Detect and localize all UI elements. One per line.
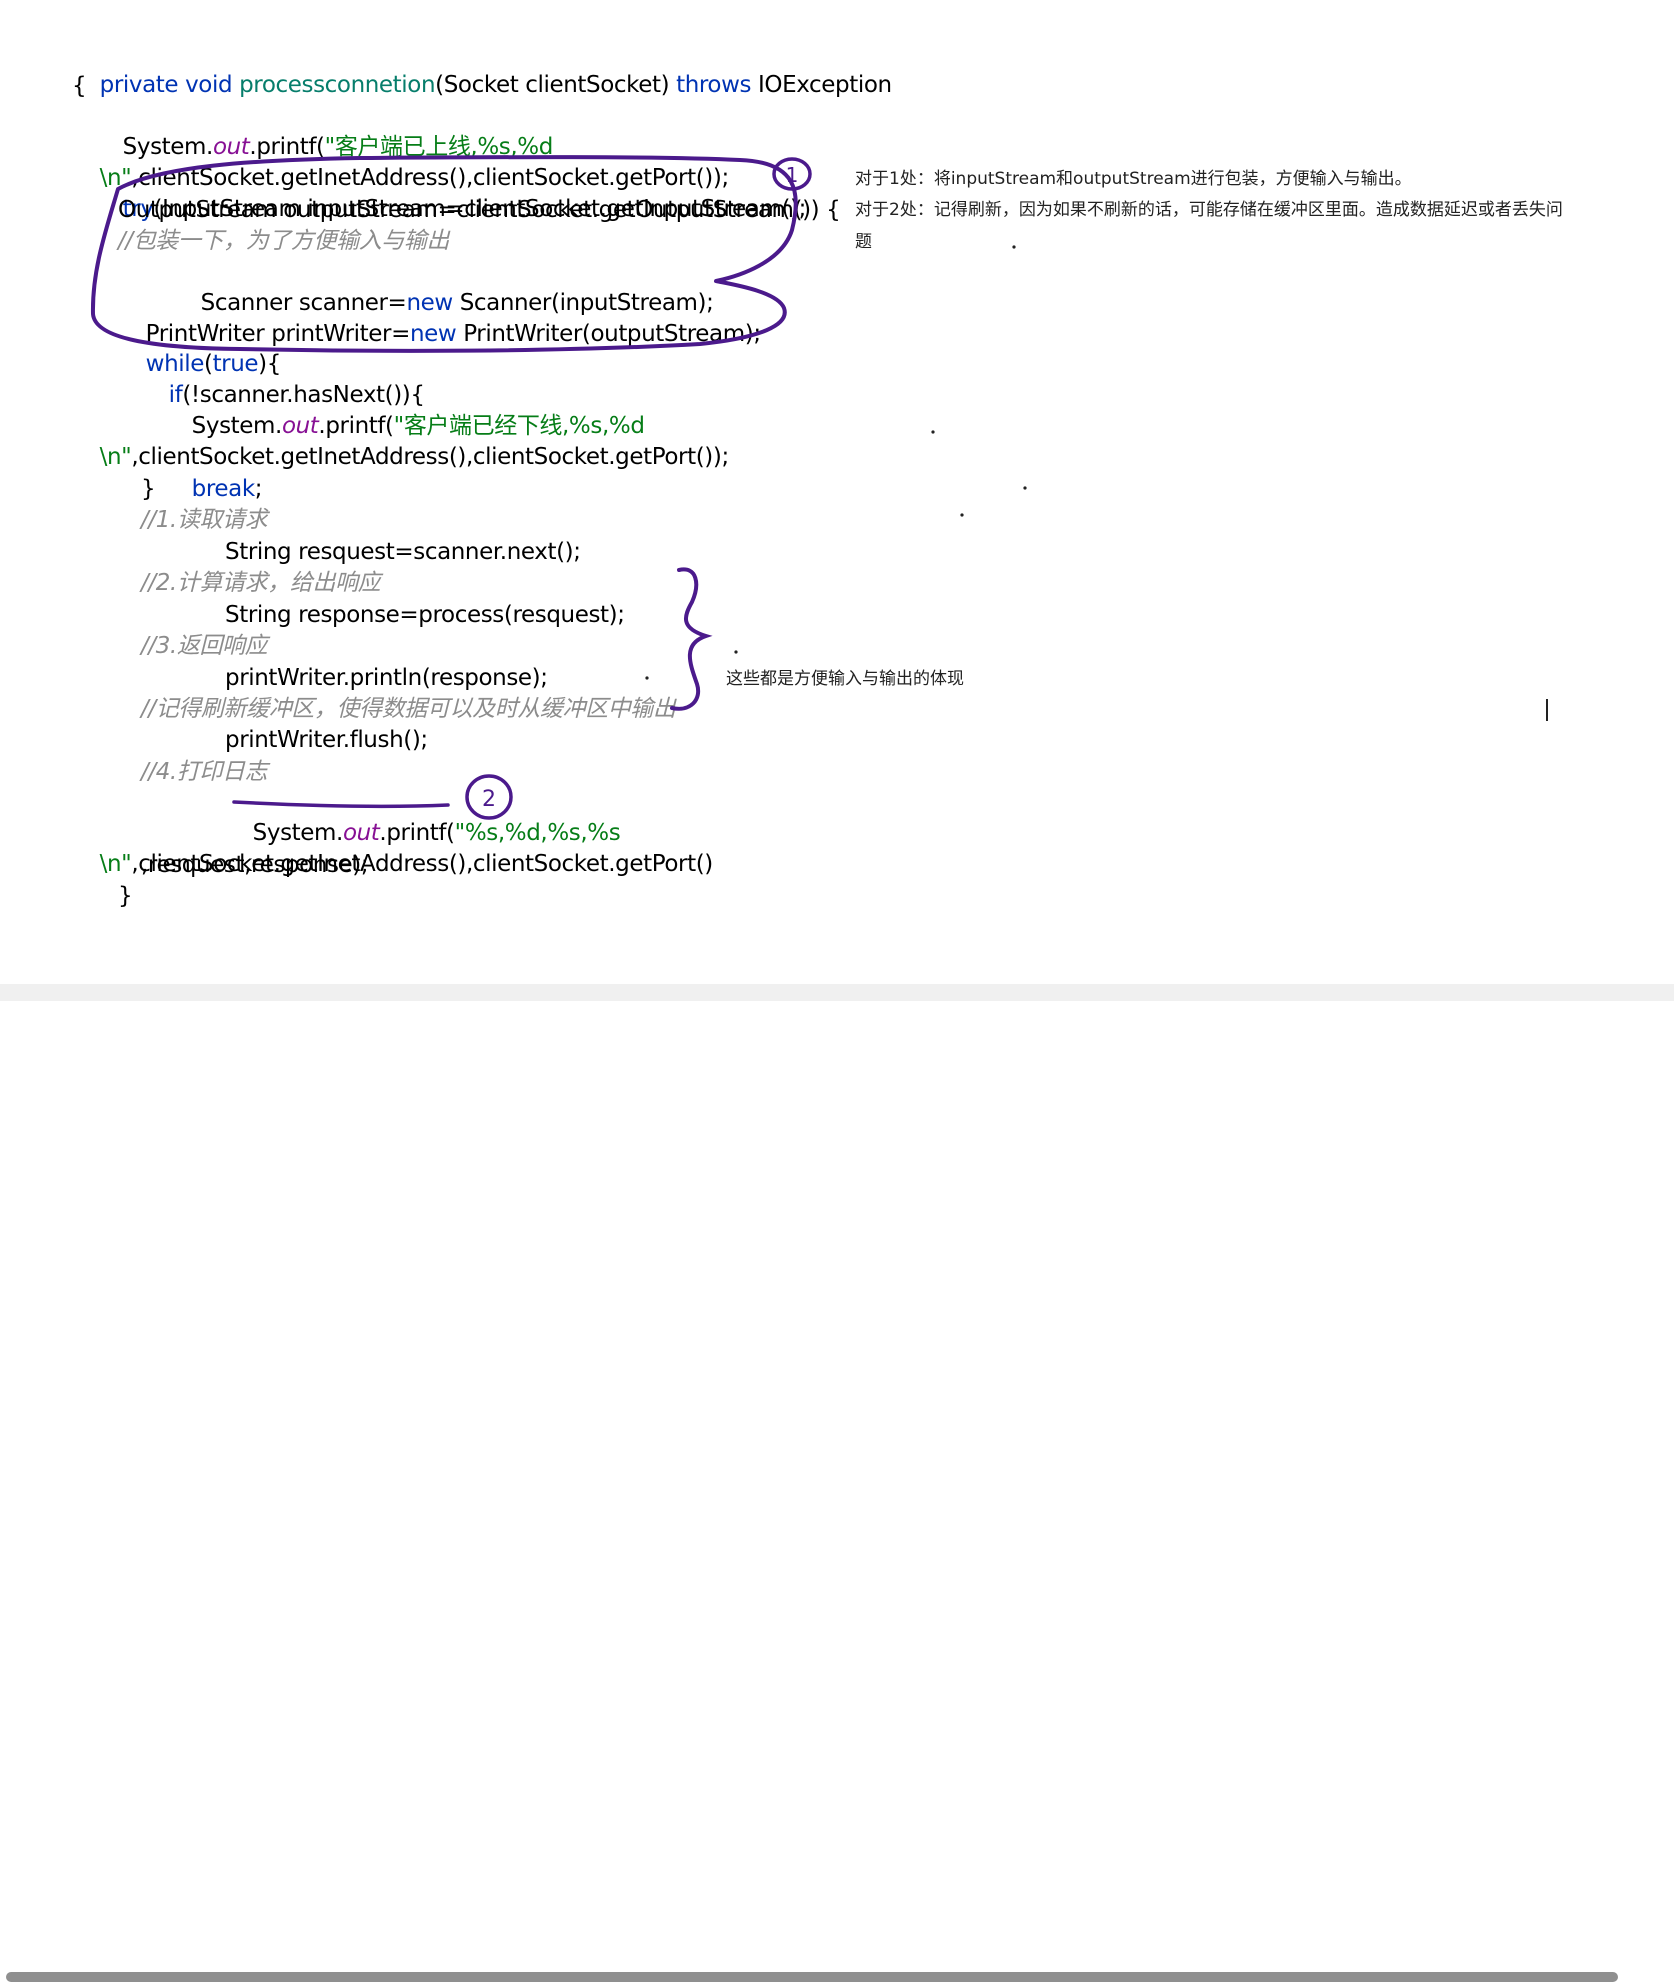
code-comment-2: //2.计算请求，给出响应 bbox=[141, 570, 381, 596]
text-cursor bbox=[1546, 699, 1548, 721]
code-line-close-if: } bbox=[141, 476, 156, 502]
code-comment-3: //3.返回响应 bbox=[141, 633, 268, 659]
scrollbar-thumb[interactable] bbox=[6, 1972, 1618, 1982]
brace-note: 这些都是方便输入与输出的体现 bbox=[726, 669, 964, 689]
string-literal: \n" bbox=[99, 851, 132, 877]
code-line-println: printWriter.println(response); bbox=[225, 665, 548, 691]
ink-dot bbox=[734, 650, 738, 654]
code-comment-wrap: //包装一下，为了方便输入与输出 bbox=[118, 228, 450, 254]
code-line-output-stream: OutputStream outputStream=clientSocket.g… bbox=[118, 197, 841, 223]
code-line-close-while: } bbox=[118, 883, 133, 909]
keyword-new: new bbox=[409, 321, 457, 347]
ink-dot bbox=[1012, 245, 1016, 249]
ink-dot bbox=[1023, 486, 1027, 490]
exception-type: IOException bbox=[751, 72, 892, 98]
method-name: processconnetion bbox=[239, 72, 436, 98]
code-line-flush: printWriter.flush(); bbox=[225, 727, 428, 753]
ink-dot bbox=[645, 676, 649, 680]
code-line-open-brace: { bbox=[72, 73, 87, 99]
keyword-throws: throws bbox=[676, 72, 752, 98]
ink-curly-brace bbox=[670, 567, 713, 711]
note-page: private void processconnetion(Socket cli… bbox=[0, 0, 1674, 1982]
note-point-2-line2: 题 bbox=[855, 232, 872, 252]
keyword-break: break bbox=[191, 476, 256, 502]
code-comment-flush: //记得刷新缓冲区，使得数据可以及时从缓冲区中输出 bbox=[141, 696, 676, 722]
ink-dot bbox=[931, 430, 935, 434]
note-point-1: 对于1处：将inputStream和outputStream进行包装，方便输入与… bbox=[855, 169, 1412, 189]
ink-dot bbox=[960, 513, 964, 517]
horizontal-scrollbar[interactable] bbox=[0, 984, 1674, 1982]
code-comment-4: //4.打印日志 bbox=[141, 759, 268, 785]
code-text: PrintWriter(outputStream); bbox=[456, 321, 761, 347]
code-line-response: String response=process(resquest); bbox=[225, 602, 625, 628]
code-line-request: String resquest=scanner.next(); bbox=[225, 539, 581, 565]
code-line-log-args: ,resquest,response); bbox=[141, 852, 369, 878]
code-comment-1: //1.读取请求 bbox=[141, 507, 268, 533]
code-text: ; bbox=[254, 476, 263, 502]
note-point-2-line1: 对于2处：记得刷新，因为如果不刷新的话，可能存储在缓冲区里面。造成数据延迟或者丢… bbox=[855, 200, 1563, 220]
keyword-private-void: private void bbox=[99, 72, 240, 98]
string-literal: \n" bbox=[99, 444, 132, 470]
method-params: (Socket clientSocket) bbox=[435, 72, 677, 98]
